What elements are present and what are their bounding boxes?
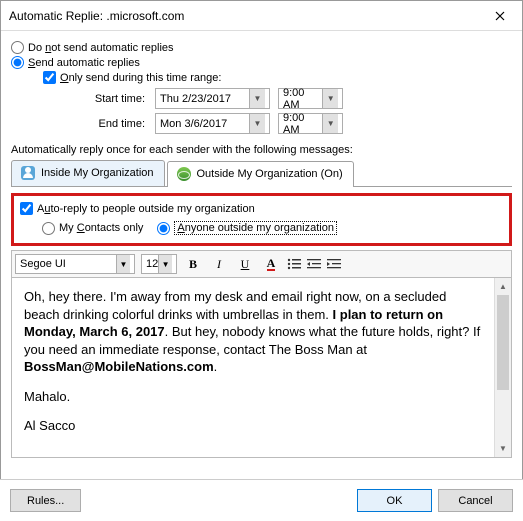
underline-button[interactable]: U [235,254,255,274]
ok-button-label: OK [387,495,403,507]
auto-reply-section-label: Automatically reply once for each sender… [11,144,512,156]
scroll-up-icon[interactable]: ▲ [495,278,511,295]
bullet-list-button[interactable] [287,258,301,270]
radio-send[interactable]: Send automatic replies [11,56,512,69]
radio-contacts-only-input[interactable] [42,222,55,235]
bold-button[interactable]: B [183,254,203,274]
bullet-list-icon [287,258,301,270]
rules-button-label: Rules... [27,495,64,507]
tabs: Inside My Organization Outside My Organi… [11,160,512,187]
end-date-value: Mon 3/6/2017 [160,118,227,130]
end-time-select[interactable]: 9:00 AM ▼ [278,113,343,134]
editor-scrollbar[interactable]: ▲ ▼ [494,278,511,457]
start-time-label: Start time: [63,93,155,105]
chevron-down-icon: ▼ [249,114,265,133]
radio-contacts-only-label: My Contacts only [59,222,143,234]
radio-no-send-label: Do not send automatic replies [28,42,174,54]
tab-inside-label: Inside My Organization [41,167,154,179]
window-title: Automatic Replie: .microsoft.com [9,9,477,23]
start-date-value: Thu 2/23/2017 [160,93,231,105]
titlebar: Automatic Replie: .microsoft.com [1,1,522,31]
end-time-value: 9:00 AM [283,112,322,136]
start-time-select[interactable]: 9:00 AM ▼ [278,88,343,109]
check-only-range-label: Only send during this time range: [60,72,221,84]
outside-options-highlight: Auto-reply to people outside my organiza… [11,193,512,246]
editor-area: Oh, hey there. I'm away from my desk and… [11,278,512,458]
chevron-down-icon: ▼ [322,114,338,133]
editor-toolbar: Segoe UI ▼ 12 ▼ B I U A [11,250,512,278]
indent-icon [327,258,341,270]
chevron-down-icon: ▼ [249,89,265,108]
check-only-range-input[interactable] [43,71,56,84]
text: Al Sacco [24,417,482,435]
dialog-content: Do not send automatic replies Send autom… [1,31,522,466]
radio-no-send[interactable]: Do not send automatic replies [11,41,512,54]
radio-contacts-only[interactable]: My Contacts only [42,222,143,235]
tab-outside-label: Outside My Organization (On) [197,168,343,180]
message-editor[interactable]: Oh, hey there. I'm away from my desk and… [12,278,494,457]
start-time-value: 9:00 AM [283,87,322,111]
check-auto-reply-outside[interactable]: Auto-reply to people outside my organiza… [20,202,503,215]
italic-button[interactable]: I [209,254,229,274]
scroll-thumb[interactable] [497,295,509,390]
radio-anyone-outside-label: Anyone outside my organization [174,221,337,235]
globe-icon [176,166,192,182]
chevron-down-icon: ▼ [158,255,172,273]
font-size-value: 12 [146,258,158,270]
outdent-icon [307,258,321,270]
radio-send-input[interactable] [11,56,24,69]
close-button[interactable] [477,1,522,31]
end-date-select[interactable]: Mon 3/6/2017 ▼ [155,113,270,134]
indent-button[interactable] [327,258,341,270]
radio-send-label: Send automatic replies [28,57,140,69]
text: Mahalo. [24,388,482,406]
end-time-label: End time: [63,118,155,130]
outdent-button[interactable] [307,258,321,270]
cancel-button-label: Cancel [458,495,492,507]
text: . [214,359,218,374]
tab-inside-org[interactable]: Inside My Organization [11,160,165,186]
chevron-down-icon: ▼ [322,89,338,108]
chevron-down-icon: ▼ [116,255,130,273]
font-family-value: Segoe UI [20,258,66,270]
radio-anyone-outside-input[interactable] [157,222,170,235]
start-date-select[interactable]: Thu 2/23/2017 ▼ [155,88,270,109]
radio-anyone-outside[interactable]: Anyone outside my organization [157,221,337,235]
check-auto-reply-outside-input[interactable] [20,202,33,215]
close-icon [495,11,505,21]
font-family-select[interactable]: Segoe UI ▼ [15,254,135,274]
font-size-select[interactable]: 12 ▼ [141,254,177,274]
person-icon [20,165,36,181]
font-color-button[interactable]: A [261,254,281,274]
text-bold: BossMan@MobileNations.com [24,359,214,374]
radio-no-send-input[interactable] [11,41,24,54]
end-time-row: End time: Mon 3/6/2017 ▼ 9:00 AM ▼ [63,113,512,134]
tab-outside-org[interactable]: Outside My Organization (On) [167,161,354,187]
cancel-button[interactable]: Cancel [438,489,513,512]
check-only-range[interactable]: Only send during this time range: [43,71,512,84]
rules-button[interactable]: Rules... [10,489,81,512]
message-body: Oh, hey there. I'm away from my desk and… [24,288,482,376]
check-auto-reply-outside-label: Auto-reply to people outside my organiza… [37,203,255,215]
start-time-row: Start time: Thu 2/23/2017 ▼ 9:00 AM ▼ [63,88,512,109]
scroll-down-icon[interactable]: ▼ [495,440,511,457]
ok-button[interactable]: OK [357,489,432,512]
dialog-footer: Rules... OK Cancel [0,479,523,521]
